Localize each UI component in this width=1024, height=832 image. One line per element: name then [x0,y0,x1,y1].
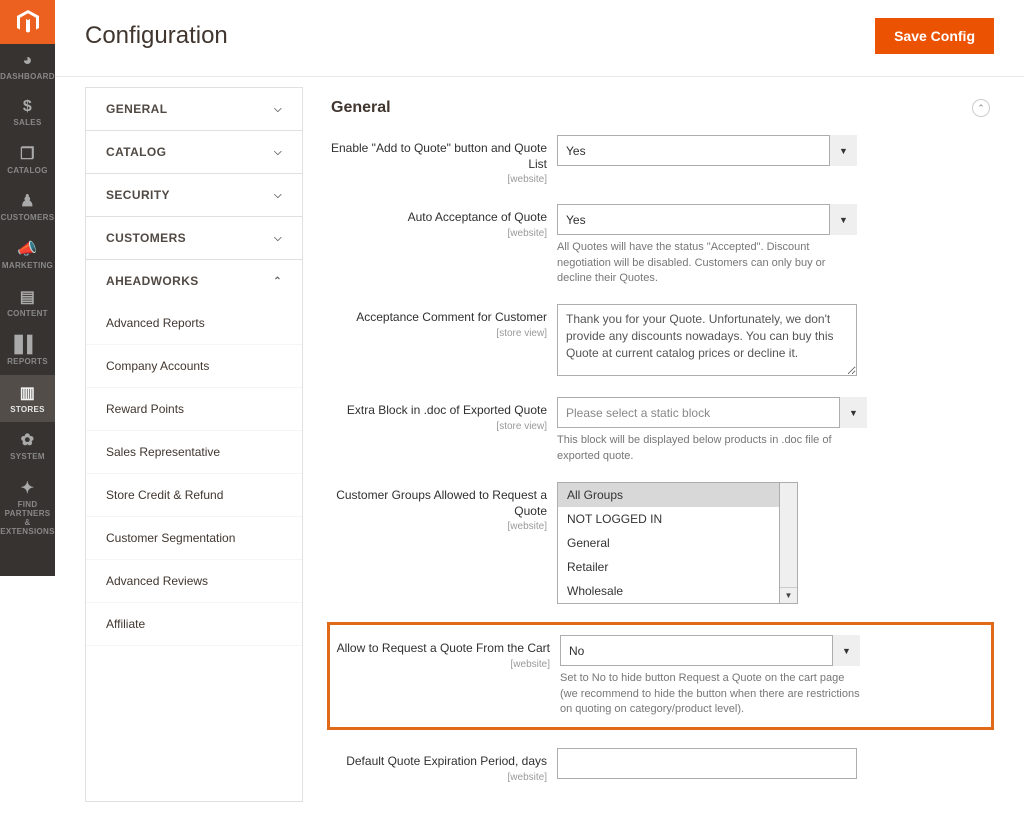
tab-general[interactable]: GENERAL⌵ [86,88,302,131]
nav-catalog[interactable]: ❒CATALOG [0,136,55,184]
field-auto-accept: Auto Acceptance of Quote[website] ▼ All … [327,204,994,286]
chevron-down-icon: ⌵ [274,190,282,201]
magento-logo-icon [17,10,39,34]
field-expiration: Default Quote Expiration Period, days [we… [327,748,994,784]
field-label: Auto Acceptance of Quote [408,210,547,224]
nav-dashboard[interactable]: ◕DASHBOARD [0,44,55,90]
chevron-down-icon: ⌵ [274,147,282,158]
enable-quote-select[interactable] [557,135,857,166]
person-icon: ♟ [20,191,35,211]
nav-stores[interactable]: ▥STORES [0,375,55,423]
tab-customers[interactable]: CUSTOMERS⌵ [86,217,302,260]
field-label: Customer Groups Allowed to Request a Quo… [336,488,547,518]
auto-accept-select[interactable] [557,204,857,235]
highlighted-field: Allow to Request a Quote From the Cart [w… [327,622,994,730]
scope-label: [website] [327,227,547,240]
partners-icon: ✦ [21,478,35,498]
field-label: Extra Block in .doc of Exported Quote [347,403,547,417]
customer-groups-multiselect[interactable]: All Groups NOT LOGGED IN General Retaile… [557,482,780,604]
collapse-section-icon[interactable]: ⌃ [972,99,990,117]
scope-label: [store view] [327,420,547,433]
field-note: Set to No to hide button Request a Quote… [560,671,860,717]
dashboard-icon: ◕ [23,52,33,70]
field-note: This block will be displayed below produ… [557,433,857,464]
group-option[interactable]: General [558,531,779,555]
nav-customers[interactable]: ♟CUSTOMERS [0,183,55,231]
expiration-input[interactable] [557,748,857,779]
group-option[interactable]: Wholesale [558,579,779,603]
field-label: Enable "Add to Quote" button and Quote L… [331,141,547,171]
page-title: Configuration [85,22,228,50]
magento-logo[interactable] [0,0,55,44]
field-label: Default Quote Expiration Period, days [346,754,547,768]
accept-comment-textarea[interactable]: Thank you for your Quote. Unfortunately,… [557,304,857,376]
nav-sales[interactable]: $SALES [0,90,55,136]
page-header: Configuration Save Config [55,0,1024,77]
group-option[interactable]: All Groups [558,483,779,507]
multiselect-scrollbar[interactable]: ▼ [780,482,798,604]
sub-sales-rep[interactable]: Sales Representative [86,431,302,474]
section-title: General [331,99,391,117]
admin-sidebar: ◕DASHBOARD $SALES ❒CATALOG ♟CUSTOMERS 📣M… [0,0,55,576]
config-tabs: GENERAL⌵ CATALOG⌵ SECURITY⌵ CUSTOMERS⌵ A… [85,87,303,802]
save-config-button[interactable]: Save Config [875,18,994,54]
field-allow-cart: Allow to Request a Quote From the Cart [w… [330,635,977,717]
nav-reports[interactable]: ▋▍REPORTS [0,327,55,375]
nav-partners[interactable]: ✦FIND PARTNERS & EXTENSIONS [0,470,55,544]
field-accept-comment: Acceptance Comment for Customer [store vi… [327,304,994,379]
tab-catalog[interactable]: CATALOG⌵ [86,131,302,174]
chevron-up-icon: ⌃ [273,276,282,287]
field-label: Allow to Request a Quote From the Cart [337,641,550,655]
stores-icon: ▥ [20,383,35,403]
sub-affiliate[interactable]: Affiliate [86,603,302,646]
content-icon: ▤ [20,287,35,307]
nav-system[interactable]: ✿SYSTEM [0,422,55,470]
chevron-down-icon: ⌵ [274,233,282,244]
sub-advanced-reviews[interactable]: Advanced Reviews [86,560,302,603]
cube-icon: ❒ [20,144,35,164]
tab-aheadworks[interactable]: AHEADWORKS⌃ [86,260,302,302]
field-extra-block: Extra Block in .doc of Exported Quote [st… [327,397,994,464]
sub-company-accounts[interactable]: Company Accounts [86,345,302,388]
scope-label: [website] [327,771,547,784]
config-form: General ⌃ Enable "Add to Quote" button a… [327,87,994,802]
scope-label: [website] [327,520,547,533]
field-enable-quote: Enable "Add to Quote" button and Quote L… [327,135,994,186]
megaphone-icon: 📣 [17,239,37,259]
dollar-icon: $ [23,98,32,116]
tab-security[interactable]: SECURITY⌵ [86,174,302,217]
gear-icon: ✿ [21,430,35,450]
sub-customer-segmentation[interactable]: Customer Segmentation [86,517,302,560]
nav-content[interactable]: ▤CONTENT [0,279,55,327]
nav-marketing[interactable]: 📣MARKETING [0,231,55,279]
sub-advanced-reports[interactable]: Advanced Reports [86,302,302,345]
extra-block-select[interactable] [557,397,867,428]
sub-store-credit[interactable]: Store Credit & Refund [86,474,302,517]
sub-reward-points[interactable]: Reward Points [86,388,302,431]
chevron-down-icon: ⌵ [274,104,282,115]
scroll-down-icon: ▼ [780,587,797,603]
field-note: All Quotes will have the status "Accepte… [557,240,857,286]
group-option[interactable]: NOT LOGGED IN [558,507,779,531]
scope-label: [website] [327,173,547,186]
scope-label: [website] [330,658,550,671]
scope-label: [store view] [327,327,547,340]
allow-cart-select[interactable] [560,635,860,666]
chart-icon: ▋▍ [15,335,40,355]
field-customer-groups: Customer Groups Allowed to Request a Quo… [327,482,994,604]
field-label: Acceptance Comment for Customer [356,310,547,324]
